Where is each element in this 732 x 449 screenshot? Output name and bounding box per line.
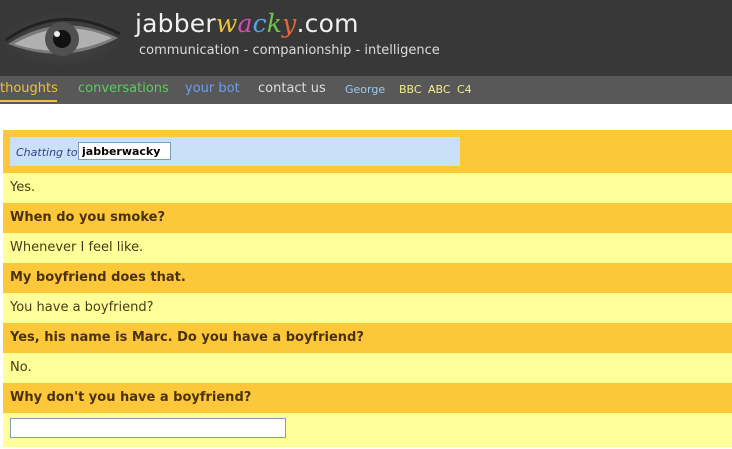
nav-thoughts[interactable]: thoughts — [0, 81, 58, 96]
eye-logo-icon — [0, 0, 125, 76]
bot-message: No. — [3, 353, 732, 383]
chatting-to-label: Chatting to — [16, 146, 78, 159]
nav-george[interactable]: George — [345, 83, 385, 96]
nav-active-indicator — [0, 100, 57, 102]
reply-row — [3, 413, 732, 447]
user-message: When do you smoke? — [3, 203, 732, 233]
nav-bar: thoughts conversations your bot contact … — [0, 76, 732, 104]
title-letter: c — [252, 9, 267, 38]
nav-your-bot[interactable]: your bot — [185, 81, 240, 96]
bot-message: Whenever I feel like. — [3, 233, 732, 263]
user-message: My boyfriend does that. — [3, 263, 732, 293]
bot-message: Yes. — [3, 173, 732, 203]
title-letter: y — [282, 9, 297, 38]
nav-conversations[interactable]: conversations — [78, 81, 169, 96]
title-suffix: .com — [296, 9, 359, 38]
title-prefix: jabber — [135, 9, 216, 38]
title-letter: k — [266, 9, 283, 38]
nav-c4[interactable]: C4 — [457, 83, 472, 96]
bot-name-field[interactable] — [78, 142, 171, 160]
bot-message: You have a boyfriend? — [3, 293, 732, 323]
chat-header: Chatting to — [3, 130, 732, 173]
chat-panel: Chatting to Yes. When do you smoke? When… — [3, 130, 732, 447]
reply-input[interactable] — [10, 418, 286, 438]
nav-abc[interactable]: ABC — [428, 83, 451, 96]
tagline: communication - companionship - intellig… — [139, 43, 440, 58]
chatting-to-box: Chatting to — [10, 137, 460, 166]
site-title[interactable]: jabberwacky.com — [135, 9, 359, 38]
nav-bbc[interactable]: BBC — [399, 83, 422, 96]
user-message: Why don't you have a boyfriend? — [3, 383, 732, 413]
site-header: jabberwacky.com communication - companio… — [0, 0, 732, 76]
nav-contact-us[interactable]: contact us — [258, 81, 326, 96]
user-message: Yes, his name is Marc. Do you have a boy… — [3, 323, 732, 353]
title-letter: a — [237, 9, 253, 38]
title-letter: w — [215, 9, 238, 38]
